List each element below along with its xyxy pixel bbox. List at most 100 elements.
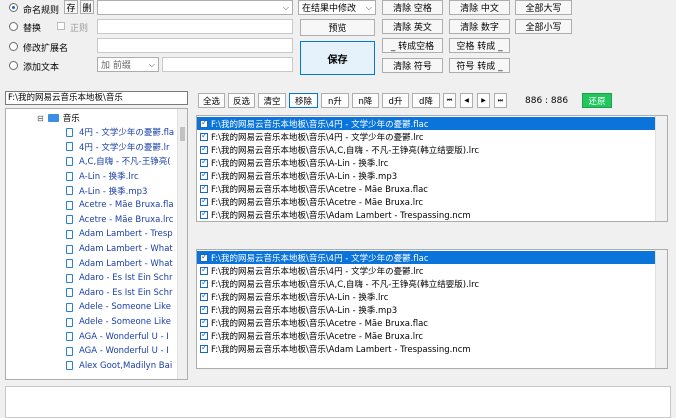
- tree-file-item[interactable]: Adaro - Es Ist Ein Schr: [66, 271, 176, 286]
- tree-file-item[interactable]: Acetre - Mãe Bruxa.lrc: [66, 213, 176, 228]
- preview-button[interactable]: 预览: [300, 19, 375, 36]
- tree-file-item[interactable]: Alex Goot,Madilyn Bai: [66, 359, 176, 374]
- tree-file-item[interactable]: 4円 - 文学少年の憂鬱.lr: [66, 140, 176, 155]
- file-row[interactable]: F:\我的网易云音乐本地板\音乐\A-Lin - 换季.mp3: [197, 303, 655, 316]
- file-row[interactable]: F:\我的网易云音乐本地板\音乐\4円 - 文学少年の憂鬱.lrc: [197, 264, 655, 277]
- file-row[interactable]: F:\我的网易云音乐本地板\音乐\Acetre - Mãe Bruxa.flac: [197, 182, 655, 195]
- file-checkbox[interactable]: [200, 291, 208, 301]
- select-all-button[interactable]: 全选: [198, 93, 225, 108]
- scope-select[interactable]: 在结果中修改 ⌵: [298, 0, 376, 15]
- all-upper-button[interactable]: 全部大写: [515, 0, 572, 15]
- name-desc-button[interactable]: n降: [352, 93, 379, 108]
- tree-file-item[interactable]: Adam Lambert - What: [66, 242, 176, 257]
- path-field[interactable]: F:\我的网易云音乐本地板\音乐: [5, 91, 188, 105]
- remove-button[interactable]: 移除: [289, 93, 318, 108]
- source-file-list[interactable]: F:\我的网易云音乐本地板\音乐\4円 - 文学少年の憂鬱.flac F:\我的网…: [196, 115, 668, 222]
- file-checkbox[interactable]: [200, 304, 208, 314]
- file-checkbox[interactable]: [200, 196, 208, 206]
- prev-icon[interactable]: ◀: [460, 93, 473, 108]
- clear-english-button[interactable]: 清除 英文: [382, 19, 443, 34]
- naming-rule-radio[interactable]: [9, 3, 18, 12]
- log-area[interactable]: [5, 386, 671, 418]
- file-path: F:\我的网易云音乐本地板\音乐\A,C,自嗨 - 不凡-王铮亮(韩立结婴版).…: [211, 145, 480, 156]
- symbol-to-underscore-button[interactable]: 符号 转成 _: [449, 58, 510, 73]
- file-row[interactable]: F:\我的网易云音乐本地板\音乐\A-Lin - 换季.lrc: [197, 156, 655, 169]
- clear-symbol-button[interactable]: 清除 符号: [382, 58, 443, 73]
- save-button[interactable]: 保存: [300, 41, 375, 75]
- file-row[interactable]: F:\我的网易云音乐本地板\音乐\A,C,自嗨 - 不凡-王铮亮(韩立结婴版).…: [197, 143, 655, 156]
- file-row[interactable]: F:\我的网易云音乐本地板\音乐\Adam Lambert - Trespass…: [197, 208, 655, 221]
- clear-space-button[interactable]: 清除 空格: [382, 0, 443, 15]
- tree-file-item[interactable]: AGA - Wonderful U - I: [66, 344, 176, 359]
- name-asc-button[interactable]: n升: [321, 93, 349, 108]
- extension-field[interactable]: [97, 38, 293, 53]
- file-row[interactable]: F:\我的网易云音乐本地板\音乐\Acetre - Mãe Bruxa.lrc: [197, 329, 655, 342]
- file-row[interactable]: F:\我的网易云音乐本地板\音乐\Acetre - Mãe Bruxa.lrc: [197, 195, 655, 208]
- restore-button[interactable]: 还原: [582, 93, 612, 108]
- file-row[interactable]: F:\我的网易云音乐本地板\音乐\Adam Lambert - Trespass…: [197, 342, 655, 355]
- tree-file-item[interactable]: A-Lin - 换季.lrc: [66, 169, 176, 184]
- file-checkbox[interactable]: [200, 183, 208, 193]
- replace-find-field[interactable]: [97, 19, 293, 34]
- add-text-radio[interactable]: [9, 61, 18, 70]
- tree-file-item[interactable]: 4円 - 文学少年の憂鬱.fla: [66, 125, 176, 140]
- add-position-select[interactable]: 加 前缀 ⌵: [97, 57, 159, 72]
- first-icon[interactable]: ⏮: [443, 93, 456, 108]
- file-row[interactable]: F:\我的网易云音乐本地板\音乐\Acetre - Mãe Bruxa.flac: [197, 316, 655, 329]
- to-space-button[interactable]: _ 转成空格: [382, 38, 443, 53]
- tree-file-item[interactable]: Acetre - Mãe Bruxa.fla: [66, 198, 176, 213]
- folder-tree[interactable]: ⊟ 音乐 4円 - 文学少年の憂鬱.fla 4円 - 文学少年の憂鬱.lr A,C,…: [5, 108, 188, 380]
- file-row[interactable]: F:\我的网易云音乐本地板\音乐\A,C,自嗨 - 不凡-王铮亮(韩立结婴版).…: [197, 277, 655, 290]
- next-icon[interactable]: ▶: [477, 93, 490, 108]
- tree-file-item[interactable]: AGA - Wonderful U - I: [66, 329, 176, 344]
- date-asc-button[interactable]: d升: [382, 93, 409, 108]
- tree-file-item[interactable]: Adam Lambert - What: [66, 256, 176, 271]
- file-checkbox[interactable]: [200, 317, 208, 327]
- save-rule-button[interactable]: 存: [64, 0, 78, 14]
- tree-file-item[interactable]: Adele - Someone Like: [66, 315, 176, 330]
- file-row[interactable]: F:\我的网易云音乐本地板\音乐\4円 - 文学少年の憂鬱.flac: [197, 117, 655, 130]
- file-checkbox[interactable]: [200, 343, 208, 353]
- tree-scroll-thumb[interactable]: [180, 127, 185, 141]
- file-checkbox[interactable]: [200, 131, 208, 141]
- collapse-icon[interactable]: ⊟: [37, 114, 44, 123]
- file-checkbox[interactable]: [200, 252, 208, 262]
- tree-scrollbar[interactable]: [177, 109, 187, 379]
- space-to-underscore-button[interactable]: 空格 转成 _: [449, 38, 510, 53]
- file-row[interactable]: F:\我的网易云音乐本地板\音乐\4円 - 文学少年の憂鬱.lrc: [197, 130, 655, 143]
- delete-rule-button[interactable]: 删: [80, 0, 94, 14]
- file-row[interactable]: F:\我的网易云音乐本地板\音乐\A-Lin - 换季.mp3: [197, 169, 655, 182]
- tree-file-item[interactable]: Adele - Someone Like: [66, 300, 176, 315]
- file-checkbox[interactable]: [200, 144, 208, 154]
- add-text-field[interactable]: [162, 57, 293, 72]
- source-list-scrollbar[interactable]: [655, 116, 667, 221]
- file-checkbox[interactable]: [200, 209, 208, 219]
- tree-file-item[interactable]: Adaro - Es Ist Ein Schr: [66, 286, 176, 301]
- file-checkbox[interactable]: [200, 330, 208, 340]
- naming-rule-select[interactable]: ⌵: [97, 0, 293, 15]
- last-icon[interactable]: ⏭: [494, 93, 507, 108]
- file-checkbox[interactable]: [200, 170, 208, 180]
- file-path: F:\我的网易云音乐本地板\音乐\4円 - 文学少年の憂鬱.lrc: [211, 132, 424, 143]
- file-checkbox[interactable]: [200, 118, 208, 128]
- file-checkbox[interactable]: [200, 265, 208, 275]
- tree-file-item[interactable]: Adam Lambert - Tresp: [66, 227, 176, 242]
- result-list-scrollbar[interactable]: [655, 250, 667, 368]
- all-lower-button[interactable]: 全部小写: [515, 19, 572, 34]
- file-checkbox[interactable]: [200, 157, 208, 167]
- clear-list-button[interactable]: 清空: [258, 93, 286, 108]
- clear-digits-button[interactable]: 清除 数字: [449, 19, 510, 34]
- regex-checkbox[interactable]: [57, 22, 65, 30]
- tree-file-item[interactable]: A,C,自嗨 - 不凡-王铮亮(: [66, 154, 176, 169]
- tree-file-item[interactable]: A-Lin - 换季.mp3: [66, 183, 176, 198]
- file-row[interactable]: F:\我的网易云音乐本地板\音乐\4円 - 文学少年の憂鬱.flac: [197, 251, 655, 264]
- clear-chinese-button[interactable]: 清除 中文: [449, 0, 510, 15]
- result-file-list[interactable]: F:\我的网易云音乐本地板\音乐\4円 - 文学少年の憂鬱.flac F:\我的网…: [196, 249, 668, 369]
- file-row[interactable]: F:\我的网易云音乐本地板\音乐\A-Lin - 换季.lrc: [197, 290, 655, 303]
- tree-folder-node[interactable]: ⊟ 音乐: [37, 111, 80, 125]
- file-checkbox[interactable]: [200, 278, 208, 288]
- modify-ext-radio[interactable]: [9, 42, 18, 51]
- invert-selection-button[interactable]: 反选: [228, 93, 255, 108]
- date-desc-button[interactable]: d降: [412, 93, 440, 108]
- replace-radio[interactable]: [9, 22, 18, 31]
